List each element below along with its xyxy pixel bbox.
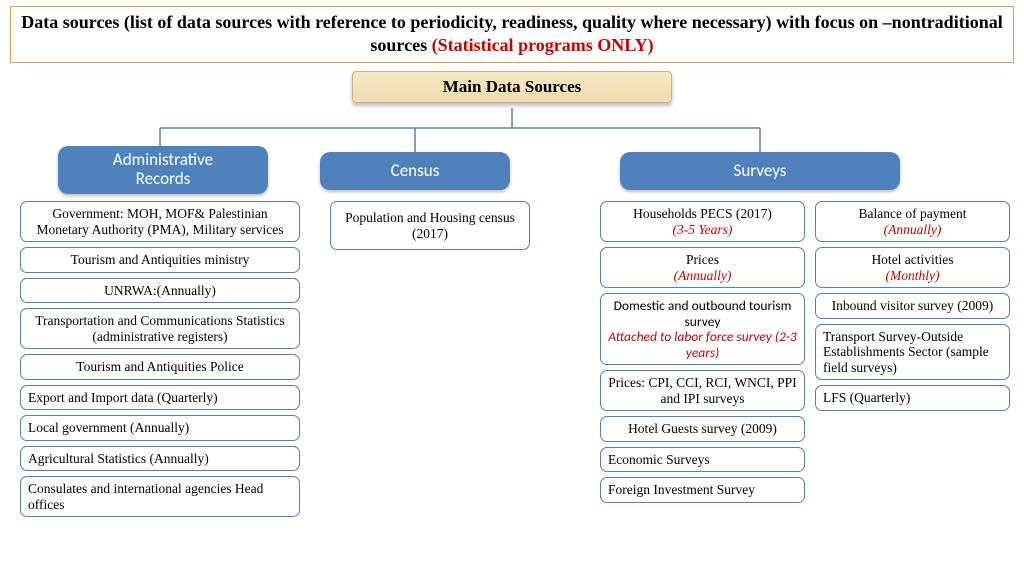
category-census: Census: [320, 152, 510, 190]
page-title: Data sources (list of data sources with …: [10, 6, 1014, 63]
survey-note: (Monthly): [886, 268, 940, 283]
survey-item: Domestic and outbound tourism survey Att…: [600, 293, 805, 365]
survey-item: Economic Surveys: [600, 447, 805, 473]
survey-item: Balance of payment (Annually): [815, 201, 1010, 242]
survey-item: LFS (Quarterly): [815, 385, 1010, 411]
admin-item: Consulates and international agencies He…: [20, 476, 300, 517]
census-column: Population and Housing census (2017): [330, 201, 530, 255]
survey-item: Hotel activities (Monthly): [815, 247, 1010, 288]
survey-item: Households PECS (2017) (3-5 Years): [600, 201, 805, 242]
survey-note: (Annually): [884, 222, 942, 237]
survey-title: Prices: [686, 252, 719, 267]
title-highlight: (Statistical programs ONLY): [432, 35, 654, 55]
survey-note: Attached to labor force survey (2-3 year…: [608, 328, 797, 361]
admin-item: Transportation and Communications Statis…: [20, 308, 300, 349]
category-admin: AdministrativeRecords: [58, 146, 268, 194]
survey-item: Prices: CPI, CCI, RCI, WNCI, PPI and IPI…: [600, 370, 805, 411]
surveys-column-a: Households PECS (2017) (3-5 Years) Price…: [600, 201, 805, 508]
survey-item: Hotel Guests survey (2009): [600, 416, 805, 442]
admin-item: Tourism and Antiquities Police: [20, 354, 300, 380]
survey-note: (3-5 Years): [673, 222, 733, 237]
survey-title: Households PECS (2017): [633, 206, 772, 221]
survey-item: Transport Survey-Outside Establishments …: [815, 324, 1010, 381]
admin-item: Local government (Annually): [20, 415, 300, 441]
survey-item: Prices (Annually): [600, 247, 805, 288]
survey-title: Domestic and outbound tourism survey: [614, 297, 792, 330]
admin-item: Tourism and Antiquities ministry: [20, 247, 300, 273]
survey-item: Foreign Investment Survey: [600, 477, 805, 503]
category-surveys: Surveys: [620, 152, 900, 190]
root-node: Main Data Sources: [352, 71, 672, 103]
admin-item: Agricultural Statistics (Annually): [20, 446, 300, 472]
admin-column: Government: MOH, MOF& Palestinian Moneta…: [20, 201, 300, 522]
admin-item: Export and Import data (Quarterly): [20, 385, 300, 411]
surveys-column-b: Balance of payment (Annually) Hotel acti…: [815, 201, 1010, 416]
category-admin-label: AdministrativeRecords: [113, 151, 213, 188]
survey-title: Hotel activities: [871, 252, 953, 267]
admin-item: Government: MOH, MOF& Palestinian Moneta…: [20, 201, 300, 242]
survey-title: Balance of payment: [859, 206, 967, 221]
admin-item: UNRWA:(Annually): [20, 278, 300, 304]
survey-note: (Annually): [674, 268, 732, 283]
census-item: Population and Housing census (2017): [330, 201, 530, 250]
survey-item: Inbound visitor survey (2009): [815, 293, 1010, 319]
